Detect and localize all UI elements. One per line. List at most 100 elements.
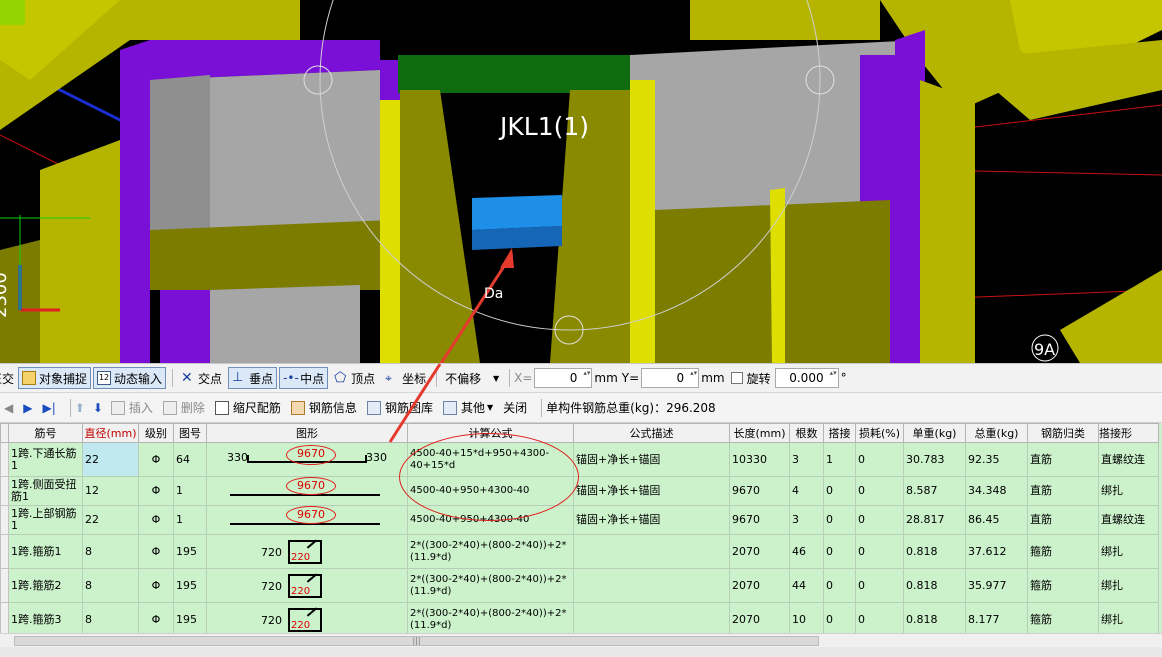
table-cell[interactable]: 2070	[729, 602, 790, 633]
rebar-shape-cell[interactable]: 720 220	[206, 602, 408, 633]
table-cell[interactable]: 0	[823, 534, 856, 569]
table-cell[interactable]: 64	[173, 442, 207, 477]
table-cell[interactable]: 3	[789, 505, 824, 535]
table-cell[interactable]: 30.783	[903, 442, 966, 477]
table-cell[interactable]: 0.818	[903, 534, 966, 569]
table-cell[interactable]: 22	[82, 442, 139, 477]
table-cell[interactable]: 8	[82, 568, 139, 603]
header-cell[interactable]: 图号	[173, 423, 207, 443]
table-cell[interactable]: 直筋	[1027, 442, 1099, 477]
table-cell[interactable]: Φ	[138, 602, 174, 633]
offset-mode-select[interactable]: 不偏移 ▼	[441, 367, 503, 389]
table-cell[interactable]: 4	[789, 476, 824, 506]
ortho-button[interactable]: 正交	[0, 370, 14, 387]
table-cell[interactable]: 1	[173, 505, 207, 535]
table-cell[interactable]: 195	[173, 568, 207, 603]
table-cell[interactable]: 锚固+净长+锚固	[573, 442, 730, 477]
table-cell[interactable]: 195	[173, 602, 207, 633]
last-record-icon[interactable]: ▶|	[42, 401, 55, 415]
rebar-library-button[interactable]: 钢筋图库	[366, 399, 433, 416]
table-cell[interactable]: 0	[855, 476, 904, 506]
table-cell[interactable]: Φ	[138, 568, 174, 603]
3d-viewport[interactable]: JKL1(1) 2300 9A Da	[0, 0, 1162, 363]
move-down-icon[interactable]: ⬇	[93, 401, 103, 415]
rebar-shape-cell[interactable]: 9670	[206, 505, 408, 535]
coordinate-button[interactable]: ⌖ 坐标	[381, 367, 430, 389]
table-cell[interactable]: 箍筋	[1027, 534, 1099, 569]
table-cell[interactable]: 箍筋	[1027, 568, 1099, 603]
table-cell[interactable]: 34.348	[965, 476, 1028, 506]
table-cell[interactable]: 22	[82, 505, 139, 535]
table-cell[interactable]: 0	[823, 568, 856, 603]
table-cell[interactable]: 锚固+净长+锚固	[573, 505, 730, 535]
table-cell[interactable]: 8	[82, 534, 139, 569]
header-cell[interactable]: 公式描述	[573, 423, 730, 443]
intersection-button[interactable]: ✕ 交点	[177, 367, 226, 389]
header-cell[interactable]: 搭接形	[1098, 423, 1159, 443]
table-row[interactable]: 1跨.箍筋2 8 Φ 195 720 220 2*((300-2*40)+(800-2*40…	[0, 568, 1159, 603]
row-indicator[interactable]	[0, 534, 9, 569]
close-button[interactable]: 关闭	[503, 399, 527, 416]
header-cell[interactable]: 总重(kg)	[965, 423, 1028, 443]
table-cell[interactable]: 直筋	[1027, 505, 1099, 535]
row-indicator[interactable]	[0, 442, 9, 477]
x-input[interactable]: 0	[534, 368, 593, 388]
table-cell[interactable]: 8	[82, 602, 139, 633]
table-cell[interactable]: 0	[855, 602, 904, 633]
first-record-icon[interactable]: ◀	[4, 401, 13, 415]
table-cell[interactable]: 10	[789, 602, 824, 633]
table-cell[interactable]: Φ	[138, 442, 174, 477]
table-cell[interactable]: 8.177	[965, 602, 1028, 633]
rebar-info-button[interactable]: 钢筋信息	[290, 399, 357, 416]
table-cell[interactable]: 12	[82, 476, 139, 506]
dynamic-input-button[interactable]: 12 动态输入	[93, 367, 167, 389]
rebar-name-cell[interactable]: 1跨.下通长筋1	[8, 442, 83, 477]
y-input[interactable]: 0	[641, 368, 700, 388]
scrollbar-thumb[interactable]: |||	[14, 636, 819, 646]
table-cell[interactable]: 2070	[729, 534, 790, 569]
object-snap-button[interactable]: 对象捕捉	[18, 367, 92, 389]
table-cell[interactable]: 92.35	[965, 442, 1028, 477]
table-row[interactable]: 1跨.上部钢筋1 22 Φ 1 9670 4500-40+950+4300-40 锚固+净长…	[0, 505, 1159, 535]
header-cell[interactable]: 图形	[206, 423, 408, 443]
move-up-icon[interactable]: ⬆	[75, 401, 85, 415]
rebar-name-cell[interactable]: 1跨.箍筋3	[8, 602, 83, 633]
table-cell[interactable]: 0	[855, 568, 904, 603]
row-indicator[interactable]	[0, 505, 9, 535]
table-cell[interactable]: 3	[789, 442, 824, 477]
row-indicator[interactable]	[0, 476, 9, 506]
header-cell[interactable]: 单重(kg)	[903, 423, 966, 443]
rebar-shape-cell[interactable]: 330 330 9670	[206, 442, 408, 477]
header-cell[interactable]: 筋号	[8, 423, 83, 443]
table-cell[interactable]: 直筋	[1027, 476, 1099, 506]
table-cell[interactable]: 0	[855, 442, 904, 477]
table-cell[interactable]: 2*((300-2*40)+(800-2*40))+2*(11.9*d)	[407, 602, 574, 633]
table-row[interactable]: 1跨.下通长筋1 22 Φ 64 330 330 9670 4500-40+15*d+950+…	[0, 442, 1159, 477]
table-cell[interactable]: 绑扎	[1098, 568, 1159, 603]
header-cell[interactable]: 直径(mm)	[82, 423, 139, 443]
table-cell[interactable]: 9670	[729, 505, 790, 535]
table-cell[interactable]: 9670	[729, 476, 790, 506]
table-cell[interactable]: 箍筋	[1027, 602, 1099, 633]
rebar-name-cell[interactable]: 1跨.上部钢筋1	[8, 505, 83, 535]
table-cell[interactable]: 0.818	[903, 568, 966, 603]
rebar-shape-cell[interactable]: 720 220	[206, 534, 408, 569]
table-cell[interactable]: 35.977	[965, 568, 1028, 603]
table-cell[interactable]: 1	[823, 442, 856, 477]
table-cell[interactable]: Φ	[138, 534, 174, 569]
table-cell[interactable]: 绑扎	[1098, 476, 1159, 506]
header-cell[interactable]: 长度(mm)	[729, 423, 790, 443]
table-cell[interactable]: 0	[823, 476, 856, 506]
rebar-shape-cell[interactable]: 9670	[206, 476, 408, 506]
delete-button[interactable]: 删除	[162, 399, 205, 416]
table-row[interactable]: 1跨.箍筋1 8 Φ 195 720 220 2*((300-2*40)+(800-2*40…	[0, 534, 1159, 569]
table-cell[interactable]: 锚固+净长+锚固	[573, 476, 730, 506]
table-cell[interactable]: 绑扎	[1098, 602, 1159, 633]
table-cell[interactable]: 0.818	[903, 602, 966, 633]
table-cell[interactable]	[573, 568, 730, 603]
table-cell[interactable]: 直螺纹连	[1098, 505, 1159, 535]
table-row[interactable]: 1跨.侧面受扭筋1 12 Φ 1 9670 4500-40+950+4300-40 锚固+净…	[0, 476, 1159, 506]
table-cell[interactable]: 8.587	[903, 476, 966, 506]
table-cell[interactable]: 0	[855, 505, 904, 535]
table-cell[interactable]: 2070	[729, 568, 790, 603]
